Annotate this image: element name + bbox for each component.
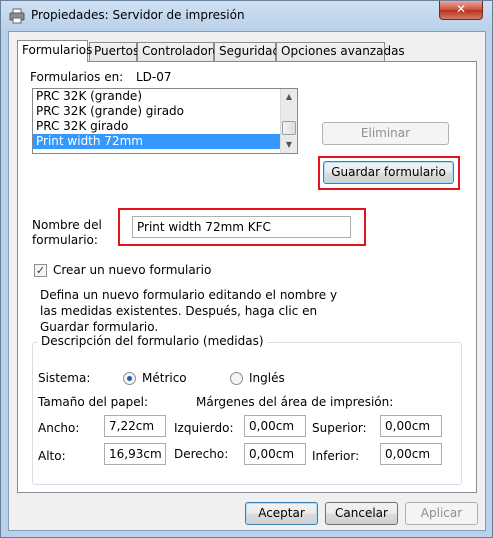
dialog-client-area: Formularios Puertos Controladores Seguri…: [8, 31, 486, 531]
create-new-form-checkbox[interactable]: ✓: [34, 264, 47, 277]
close-icon: ✕: [455, 2, 467, 16]
delete-button[interactable]: Eliminar: [322, 122, 449, 145]
top-margin-label: Superior:: [312, 421, 367, 435]
accept-button[interactable]: Aceptar: [245, 502, 318, 525]
title-bar[interactable]: Propiedades: Servidor de impresión ✕: [1, 1, 492, 31]
top-margin-input[interactable]: 0,00cm: [380, 415, 442, 437]
close-button[interactable]: ✕: [439, 1, 483, 20]
measurements-group-title: Descripción del formulario (medidas): [38, 334, 267, 348]
tab-seguridad[interactable]: Seguridad: [214, 42, 280, 61]
list-item-selected[interactable]: Print width 72mm: [33, 134, 297, 149]
list-item[interactable]: PRC 32K (grande) girado: [33, 104, 297, 119]
server-name: LD-07: [136, 70, 172, 84]
radio-selected-dot: [127, 376, 132, 381]
create-new-form-label: Crear un nuevo formulario: [53, 263, 212, 277]
print-server-properties-window: Propiedades: Servidor de impresión ✕ For…: [0, 0, 493, 538]
bottom-margin-label: Inferior:: [312, 449, 360, 463]
tab-formularios[interactable]: Formularios: [17, 40, 92, 62]
check-icon: ✓: [35, 264, 46, 277]
paper-size-label: Tamaño del papel:: [38, 395, 148, 409]
height-label: Alto:: [38, 449, 66, 463]
width-input[interactable]: 7,22cm: [104, 415, 166, 437]
right-margin-input[interactable]: 0,00cm: [244, 443, 306, 465]
left-margin-input[interactable]: 0,00cm: [244, 415, 306, 437]
tab-opciones-avanzadas[interactable]: Opciones avanzadas: [276, 42, 405, 61]
save-form-button[interactable]: Guardar formulario: [323, 161, 454, 184]
metric-radio[interactable]: [123, 372, 136, 385]
system-label: Sistema:: [38, 371, 91, 385]
forms-on-label: Formularios en:: [30, 70, 124, 84]
list-item[interactable]: PRC 32K girado: [33, 119, 297, 134]
english-label: Inglés: [249, 371, 285, 385]
list-item[interactable]: PRC 32K (grande): [33, 89, 297, 104]
forms-listbox[interactable]: PRC 32K (grande) PRC 32K (grande) girado…: [32, 88, 298, 154]
cancel-button[interactable]: Cancelar: [325, 502, 398, 525]
instructions-text: Defina un nuevo formulario editando el n…: [40, 288, 338, 334]
right-margin-label: Derecho:: [174, 447, 229, 461]
window-title: Propiedades: Servidor de impresión: [31, 8, 245, 22]
width-label: Ancho:: [38, 421, 80, 435]
list-scrollbar[interactable]: ▲ ▼: [280, 89, 297, 153]
english-radio[interactable]: [230, 372, 243, 385]
bottom-margin-input[interactable]: 0,00cm: [380, 443, 442, 465]
print-margins-label: Márgenes del área de impresión:: [196, 395, 394, 409]
tab-puertos[interactable]: Puertos: [89, 42, 139, 61]
apply-button[interactable]: Aplicar: [405, 502, 478, 525]
form-name-label-line2: formulario:: [32, 233, 98, 247]
metric-label: Métrico: [142, 371, 187, 385]
scroll-up-arrow-icon[interactable]: ▲: [281, 89, 297, 105]
forms-tab-panel: Formularios en: LD-07 PRC 32K (grande) P…: [17, 61, 477, 493]
form-name-label-line1: Nombre del: [32, 218, 102, 232]
left-margin-label: Izquierdo:: [174, 421, 234, 435]
form-name-input[interactable]: Print width 72mm KFC: [132, 216, 351, 238]
height-input[interactable]: 16,93cm: [104, 443, 166, 465]
tab-controladores[interactable]: Controladores: [137, 42, 226, 61]
printer-icon: [9, 8, 25, 24]
scroll-thumb[interactable]: [282, 121, 296, 135]
scroll-down-arrow-icon[interactable]: ▼: [281, 137, 297, 153]
